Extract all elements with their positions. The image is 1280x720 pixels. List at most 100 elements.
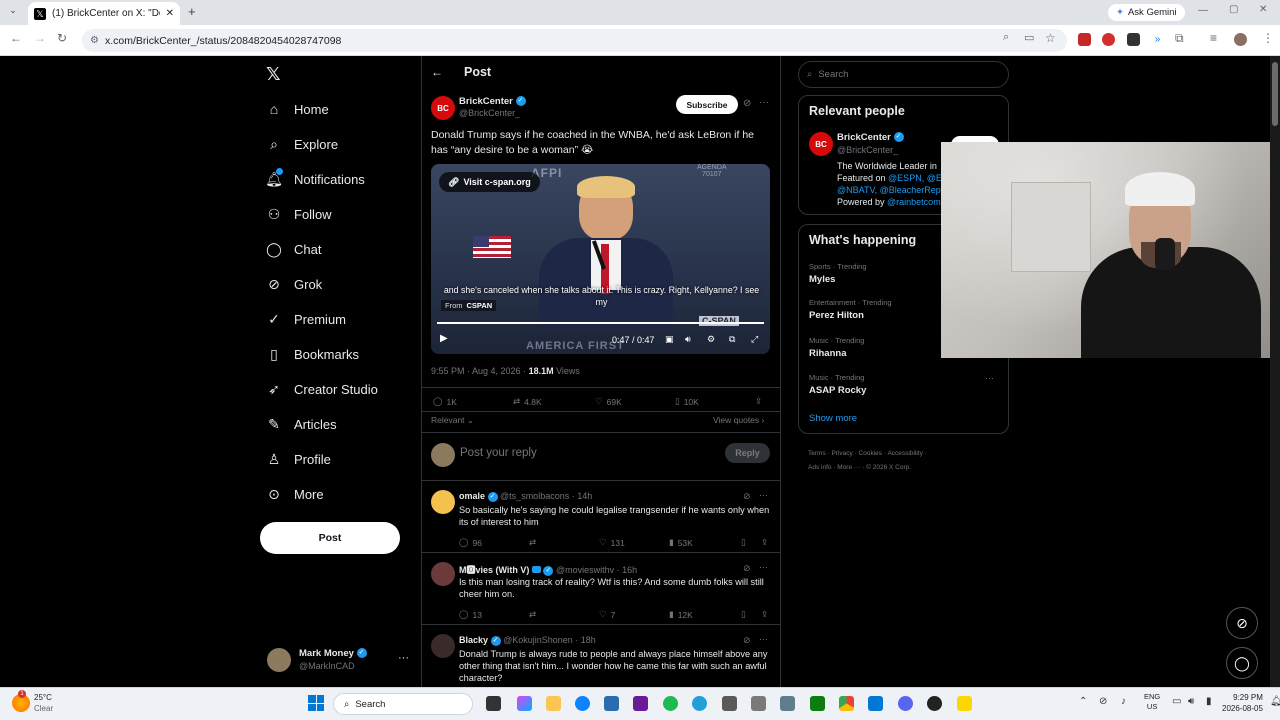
- trend-item[interactable]: Music · Trending ASAP Rocky: [809, 373, 866, 396]
- notification-center-icon[interactable]: 🔔︎: [1270, 696, 1280, 707]
- repost-count[interactable]: ⇄ 4.8K: [513, 396, 542, 407]
- trend-more-icon[interactable]: ···: [985, 373, 994, 383]
- nav-grok[interactable]: ⊘ Grok: [266, 276, 322, 292]
- page-scrollbar[interactable]: [1270, 56, 1280, 687]
- reply-author[interactable]: M🅾vies (With V) ✓ @movieswithv · 16h: [459, 563, 637, 576]
- like-count[interactable]: ♡ 69K: [595, 396, 622, 407]
- extension-dark-icon[interactable]: [1127, 33, 1140, 46]
- reload-icon[interactable]: ↻: [57, 31, 67, 45]
- nav-more[interactable]: ⊙ More: [266, 486, 324, 502]
- volume-icon[interactable]: 🔊︎: [685, 334, 691, 345]
- extension-red-icon[interactable]: [1078, 33, 1091, 46]
- reply-avatar[interactable]: [431, 562, 455, 586]
- reply-reply-count[interactable]: ◯ 13: [459, 609, 482, 620]
- trend-item[interactable]: Music · Trending Rihanna: [809, 336, 864, 359]
- address-bar[interactable]: ⚙ x.com/BrickCenter_/status/208482045402…: [82, 29, 1067, 52]
- extensions-puzzle-icon[interactable]: ⧉: [1175, 31, 1184, 46]
- nav-notifications[interactable]: 🔔︎ Notifications: [265, 168, 365, 187]
- reply-repost-icon[interactable]: ⇄: [529, 609, 536, 620]
- grok-icon[interactable]: ⊘: [743, 635, 751, 646]
- author-avatar[interactable]: BC: [431, 96, 455, 120]
- reply-bookmark-icon[interactable]: ▯: [741, 609, 746, 620]
- xbox-icon[interactable]: [810, 696, 825, 711]
- discord-icon[interactable]: [898, 696, 913, 711]
- bookmark-star-icon[interactable]: ☆: [1045, 31, 1056, 45]
- new-tab-icon[interactable]: +: [188, 4, 196, 19]
- file-explorer-icon[interactable]: [546, 696, 561, 711]
- clock[interactable]: 9:29 PM 2026-08-05: [1222, 692, 1263, 714]
- volume-icon[interactable]: 🔊︎: [1188, 696, 1194, 707]
- scrollbar-thumb[interactable]: [1272, 62, 1278, 126]
- spotify-icon[interactable]: [663, 696, 678, 711]
- reply-author[interactable]: omale ✓ @ts_smolbacons · 14h: [459, 491, 592, 502]
- reply-item[interactable]: omale ✓ @ts_smolbacons · 14h ⊘ ··· So ba…: [421, 480, 781, 552]
- relevant-name-row[interactable]: BrickCenter ✓: [837, 132, 904, 143]
- reply-avatar[interactable]: [431, 634, 455, 658]
- reply-more-icon[interactable]: ···: [759, 490, 768, 500]
- battery-icon[interactable]: ▮: [1206, 696, 1212, 707]
- relevant-avatar[interactable]: BC: [809, 132, 833, 156]
- nav-profile[interactable]: ♙ Profile: [266, 451, 331, 467]
- post-button[interactable]: Post: [260, 522, 400, 554]
- tweet-more-icon[interactable]: ···: [759, 97, 769, 108]
- copilot-icon[interactable]: [517, 696, 532, 711]
- minimize-icon[interactable]: —: [1198, 5, 1208, 16]
- trend-item[interactable]: Sports · Trending Myles: [809, 262, 867, 285]
- trend-item[interactable]: Entertainment · Trending Perez Hilton: [809, 298, 892, 321]
- network-icon[interactable]: ▭: [1172, 696, 1181, 707]
- edge-icon[interactable]: [575, 696, 590, 711]
- reply-more-icon[interactable]: ···: [759, 562, 768, 572]
- captions-icon[interactable]: ▣: [665, 334, 674, 345]
- reading-list-icon[interactable]: ≡: [1210, 31, 1217, 45]
- reply-share-icon[interactable]: ⇪: [761, 609, 768, 620]
- video-player[interactable]: AFPI AGENDA 70107 AMERICA FIRST 🔗︎ Visit c…: [431, 164, 770, 354]
- share-icon[interactable]: ⇪: [755, 396, 762, 407]
- reply-bookmark-icon[interactable]: ▯: [741, 537, 746, 548]
- cast-icon[interactable]: ▭: [1024, 31, 1034, 44]
- reply-item[interactable]: Blacky ✓ @KokujinShonen · 18h ⊘ ··· Dona…: [421, 624, 781, 687]
- subscribe-button[interactable]: Subscribe: [676, 95, 738, 114]
- browser-menu-icon[interactable]: ⋮: [1262, 31, 1274, 45]
- tab-list-icon[interactable]: ⌄: [6, 5, 20, 19]
- settings-icon[interactable]: ⚙: [707, 334, 715, 345]
- footer-links-2[interactable]: Ads info · More ··· · © 2026 X Corp.: [808, 461, 927, 475]
- nav-creator-studio[interactable]: ➶ Creator Studio: [266, 381, 378, 397]
- reply-like-count[interactable]: ♡ 131: [599, 537, 625, 548]
- windows-start-icon[interactable]: [308, 695, 324, 711]
- forward-icon[interactable]: →: [34, 31, 46, 45]
- tray-overflow-icon[interactable]: ⌃: [1079, 696, 1087, 707]
- nav-articles[interactable]: ✎ Articles: [266, 416, 337, 432]
- nav-chat[interactable]: ◯ Chat: [266, 241, 321, 257]
- reply-reply-count[interactable]: ◯ 96: [459, 537, 482, 548]
- browser-tab[interactable]: 𝕏 (1) BrickCenter on X: "Donald T ✕: [28, 2, 180, 25]
- telegram-icon[interactable]: [692, 696, 707, 711]
- window-close-icon[interactable]: ✕: [1259, 4, 1267, 15]
- ask-gemini-button[interactable]: ✦ Ask Gemini: [1108, 4, 1185, 21]
- nav-explore[interactable]: ⌕ Explore: [266, 136, 338, 152]
- reply-count[interactable]: ◯ 1K: [433, 396, 457, 407]
- back-icon[interactable]: ←: [10, 31, 22, 45]
- view-quotes-link[interactable]: View quotes ›: [713, 415, 764, 425]
- nav-home[interactable]: ⌂ Home: [266, 101, 329, 117]
- app-icon-2[interactable]: [722, 696, 737, 711]
- chat-fab-icon[interactable]: ◯: [1226, 647, 1258, 679]
- video-progress-track[interactable]: [437, 322, 764, 324]
- grok-icon[interactable]: ⊘: [743, 563, 751, 574]
- grok-icon[interactable]: ⊘: [743, 98, 751, 109]
- settings-app-icon[interactable]: [780, 696, 795, 711]
- reply-author[interactable]: Blacky ✓ @KokujinShonen · 18h: [459, 635, 596, 646]
- show-more-link[interactable]: Show more: [809, 413, 857, 424]
- sort-relevant-dropdown[interactable]: Relevant ⌄: [431, 415, 474, 426]
- reply-share-icon[interactable]: ⇪: [761, 537, 768, 548]
- reply-item[interactable]: M🅾vies (With V) ✓ @movieswithv · 16h ⊘ ·…: [421, 552, 781, 624]
- bookmark-count[interactable]: ▯ 10K: [675, 396, 699, 407]
- task-view-icon[interactable]: [486, 696, 501, 711]
- reply-repost-icon[interactable]: ⇄: [529, 537, 536, 548]
- nav-follow[interactable]: ⚇ Follow: [266, 206, 332, 222]
- reply-view-count[interactable]: ▮ 53K: [669, 537, 693, 548]
- extension-blue-icon[interactable]: »: [1151, 33, 1164, 46]
- reply-avatar[interactable]: [431, 490, 455, 514]
- zoom-icon[interactable]: ⌕: [1003, 31, 1009, 44]
- footer-links[interactable]: Terms · Privacy · Cookies · Accessibilit…: [808, 447, 927, 461]
- next-app-icon[interactable]: [633, 696, 648, 711]
